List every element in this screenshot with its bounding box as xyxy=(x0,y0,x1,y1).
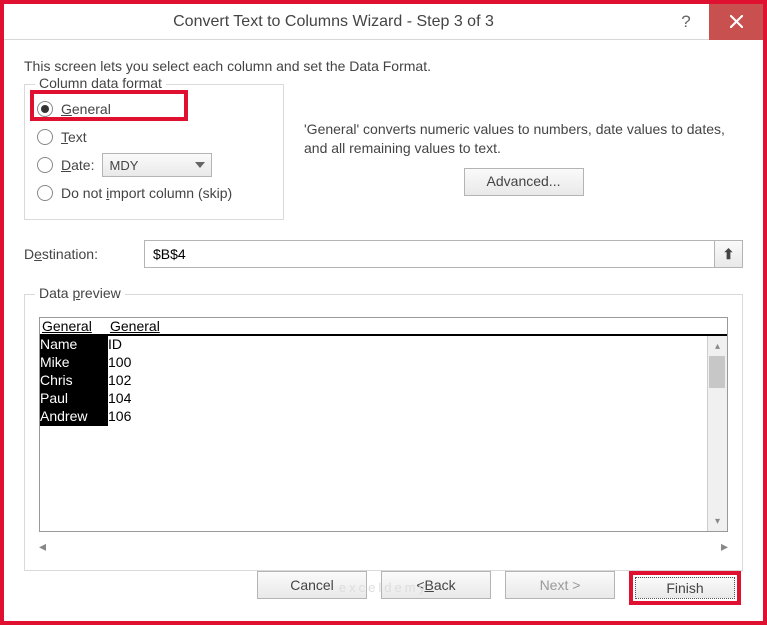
radio-skip-row[interactable]: Do not import column (skip) xyxy=(37,179,271,207)
preview-rows: NameID Mike100 Chris102 Paul104 Andrew10… xyxy=(40,336,727,426)
radio-text-row[interactable]: Text xyxy=(37,123,271,151)
destination-label: Destination: xyxy=(24,246,134,262)
scroll-up-icon[interactable]: ▴ xyxy=(708,336,727,356)
help-button[interactable]: ? xyxy=(663,4,709,40)
cancel-button[interactable]: Cancel xyxy=(257,571,367,599)
radio-general-row[interactable]: General xyxy=(37,95,271,123)
vertical-scrollbar[interactable]: ▴ ▾ xyxy=(707,336,727,531)
back-button[interactable]: < Back xyxy=(381,571,491,599)
intro-text: This screen lets you select each column … xyxy=(24,58,743,74)
finish-highlight: Finish xyxy=(629,571,741,605)
preview-header: General General xyxy=(40,318,727,336)
destination-row: Destination: ⬆ xyxy=(24,240,743,268)
scroll-right-icon[interactable]: ▸ xyxy=(721,538,728,555)
radio-general-label: General xyxy=(61,101,111,117)
dialog-title: Convert Text to Columns Wizard - Step 3 … xyxy=(4,13,663,31)
chevron-down-icon xyxy=(195,162,205,168)
close-button[interactable] xyxy=(709,4,763,40)
date-format-select[interactable]: MDY xyxy=(102,153,212,177)
radio-date-row[interactable]: Date: MDY xyxy=(37,151,271,179)
preview-row: Mike100 xyxy=(40,354,727,372)
radio-text[interactable] xyxy=(37,129,53,145)
preview-row: Andrew106 xyxy=(40,408,727,426)
collapse-icon: ⬆ xyxy=(723,246,735,263)
preview-row: NameID xyxy=(40,336,727,354)
preview-row: Chris102 xyxy=(40,372,727,390)
format-legend: Column data format xyxy=(35,75,166,91)
preview-fieldset: Data preview General General NameID Mike… xyxy=(24,294,743,571)
preview-area: General General NameID Mike100 Chris102 … xyxy=(39,317,728,532)
preview-row: Paul104 xyxy=(40,390,727,408)
radio-text-label: Text xyxy=(61,129,87,145)
preview-legend: Data preview xyxy=(35,285,125,301)
destination-input[interactable] xyxy=(144,240,715,268)
radio-date-label: Date: xyxy=(61,157,94,173)
button-row: exceldemy Cancel < Back Next > Finish xyxy=(24,571,743,607)
next-button[interactable]: Next > xyxy=(505,571,615,599)
scroll-thumb[interactable] xyxy=(709,356,725,388)
radio-general[interactable] xyxy=(37,101,53,117)
titlebar: Convert Text to Columns Wizard - Step 3 … xyxy=(4,4,763,40)
date-format-value: MDY xyxy=(109,158,138,173)
radio-skip[interactable] xyxy=(37,185,53,201)
dialog-body: This screen lets you select each column … xyxy=(4,40,763,621)
finish-button[interactable]: Finish xyxy=(635,577,735,599)
scroll-down-icon[interactable]: ▾ xyxy=(708,511,727,531)
close-icon xyxy=(730,15,743,28)
radio-skip-label: Do not import column (skip) xyxy=(61,185,232,201)
scroll-left-icon[interactable]: ◂ xyxy=(39,538,46,555)
explain-text: 'General' converts numeric values to num… xyxy=(304,120,743,158)
column-format-fieldset: Column data format General Text Date: MD… xyxy=(24,84,284,220)
advanced-button[interactable]: Advanced... xyxy=(464,168,584,196)
wizard-dialog: Convert Text to Columns Wizard - Step 3 … xyxy=(0,0,767,625)
range-selector-button[interactable]: ⬆ xyxy=(715,240,743,268)
preview-header-col1: General xyxy=(40,318,108,334)
explain-column: 'General' converts numeric values to num… xyxy=(304,84,743,196)
horizontal-scrollbar[interactable]: ◂ ▸ xyxy=(39,536,728,556)
preview-header-col2: General xyxy=(108,318,668,334)
format-row: Column data format General Text Date: MD… xyxy=(24,84,743,220)
destination-input-wrap: ⬆ xyxy=(144,240,743,268)
radio-date[interactable] xyxy=(37,157,53,173)
